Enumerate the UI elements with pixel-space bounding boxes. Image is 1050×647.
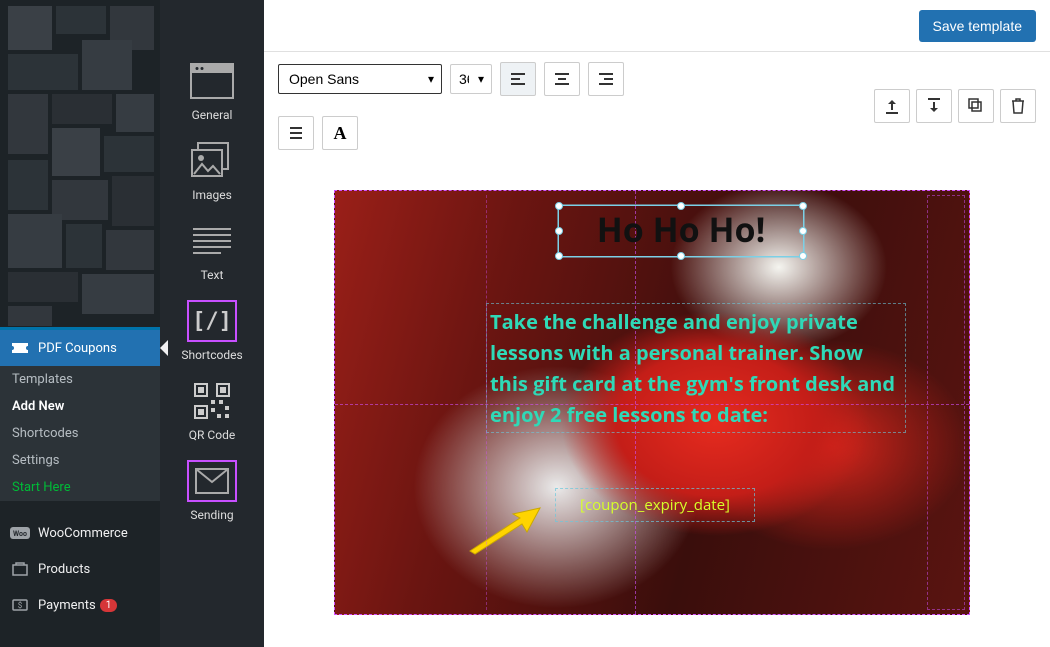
tool-text[interactable]: Text	[187, 220, 237, 282]
font-family-select[interactable]: Open Sans	[278, 64, 442, 94]
svg-text:$: $	[18, 601, 23, 610]
align-left-icon	[510, 72, 526, 86]
submenu-start-here[interactable]: Start Here	[0, 474, 160, 501]
template-canvas[interactable]: Ho Ho Ho! Take the challenge and enjoy p…	[334, 190, 970, 615]
shortcode-element[interactable]: [coupon_expiry_date]	[555, 488, 755, 522]
bring-front-button[interactable]	[874, 89, 910, 123]
submenu-templates[interactable]: Templates	[0, 366, 160, 393]
payments-icon: $	[10, 595, 30, 615]
menu-label: Products	[38, 562, 90, 577]
tool-label: Shortcodes	[181, 348, 242, 362]
submenu-shortcodes[interactable]: Shortcodes	[0, 420, 160, 447]
editor-pane: Save template Open Sans 36	[264, 0, 1050, 647]
send-back-icon	[926, 98, 942, 114]
obscured-admin-area	[0, 0, 160, 330]
resize-handle[interactable]	[555, 227, 563, 235]
duplicate-icon	[968, 98, 984, 114]
title-text: Ho Ho Ho!	[597, 206, 766, 252]
resize-handle[interactable]	[677, 252, 685, 260]
woocommerce-icon: Woo	[10, 523, 30, 543]
general-icon	[187, 60, 237, 102]
margin-guide-right	[927, 195, 965, 610]
tool-label: QR Code	[189, 428, 235, 442]
trash-icon	[1011, 98, 1025, 114]
duplicate-button[interactable]	[958, 89, 994, 123]
tool-label: Sending	[190, 508, 233, 522]
title-text-element[interactable]: Ho Ho Ho!	[559, 206, 803, 256]
align-right-button[interactable]	[588, 62, 624, 96]
font-size-select[interactable]: 36	[450, 64, 492, 94]
products-icon	[10, 559, 30, 579]
menu-woocommerce[interactable]: Woo WooCommerce	[0, 515, 160, 551]
tool-label: General	[192, 108, 233, 122]
align-center-button[interactable]	[544, 62, 580, 96]
tool-sidebar: General Images Text [/] Shortcodes QR Co…	[160, 0, 264, 647]
menu-label: Payments	[38, 598, 96, 613]
shortcode-text: [coupon_expiry_date]	[580, 495, 730, 515]
align-right-icon	[598, 72, 614, 86]
svg-text:[/]: [/]	[192, 309, 232, 334]
menu-label: WooCommerce	[38, 526, 128, 541]
menu-products[interactable]: Products	[0, 551, 160, 587]
resize-handle[interactable]	[555, 202, 563, 210]
tool-sending[interactable]: Sending	[187, 460, 237, 522]
save-template-button[interactable]: Save template	[919, 10, 1037, 42]
align-left-button[interactable]	[500, 62, 536, 96]
tool-general[interactable]: General	[187, 60, 237, 122]
tool-qrcode[interactable]: QR Code	[187, 380, 237, 442]
menu-pdf-coupons[interactable]: PDF Coupons	[0, 330, 160, 366]
align-center-icon	[554, 72, 570, 86]
send-back-button[interactable]	[916, 89, 952, 123]
resize-handle[interactable]	[799, 227, 807, 235]
tool-shortcodes[interactable]: [/] Shortcodes	[181, 300, 242, 362]
tool-label: Text	[201, 268, 224, 282]
qrcode-icon	[187, 380, 237, 422]
images-icon	[187, 140, 237, 182]
resize-handle[interactable]	[555, 252, 563, 260]
resize-handle[interactable]	[799, 202, 807, 210]
text-color-button[interactable]: A	[322, 116, 358, 150]
text-icon	[187, 220, 237, 262]
menu-payments[interactable]: $ Payments 1	[0, 587, 160, 623]
wp-admin-sidebar: PDF Coupons Templates Add New Shortcodes…	[0, 0, 160, 647]
payments-badge: 1	[100, 599, 118, 612]
resize-handle[interactable]	[677, 202, 685, 210]
line-height-button[interactable]	[278, 116, 314, 150]
resize-handle[interactable]	[799, 252, 807, 260]
body-text-element[interactable]: Take the challenge and enjoy private les…	[487, 304, 905, 432]
delete-button[interactable]	[1000, 89, 1036, 123]
sending-icon	[187, 460, 237, 502]
svg-text:Woo: Woo	[13, 530, 27, 538]
tool-images[interactable]: Images	[187, 140, 237, 202]
text-a-icon: A	[334, 123, 347, 144]
canvas-area[interactable]: Ho Ho Ho! Take the challenge and enjoy p…	[264, 160, 1050, 647]
submenu-add-new[interactable]: Add New	[0, 393, 160, 420]
submenu-settings[interactable]: Settings	[0, 447, 160, 474]
coupon-icon	[10, 338, 30, 358]
tool-label: Images	[192, 188, 232, 202]
editor-header: Save template	[264, 0, 1050, 52]
line-height-icon	[288, 125, 304, 141]
bring-front-icon	[884, 98, 900, 114]
shortcodes-icon: [/]	[187, 300, 237, 342]
editor-toolbar: Open Sans 36	[264, 52, 1050, 160]
margin-guide-left	[339, 195, 487, 610]
menu-label: PDF Coupons	[38, 341, 117, 356]
